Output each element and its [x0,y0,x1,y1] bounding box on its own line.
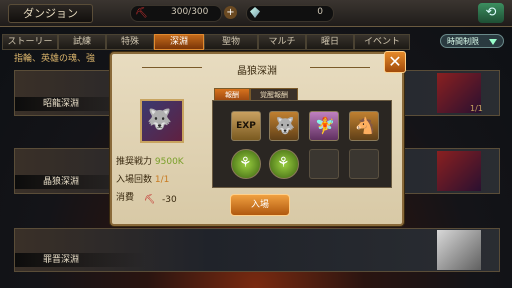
entries-value: 1/1 [154,175,170,185]
gem-value: 0 [317,7,323,17]
tab-event[interactable]: イベント [354,34,410,50]
dungeon-row[interactable]: 罪晋深淵 [14,228,500,272]
fairy-icon: 🧚 [315,116,335,135]
hint-text: 指輪、英雄の魂、強 [14,54,96,64]
cost-label: 消費 [116,193,135,203]
top-bar: ダンジョン ⛏ 300/300 + 0 ⟲ [0,0,512,27]
back-arrow-icon[interactable]: ⟲ [478,3,504,23]
gem-icon [250,7,260,18]
wolf-icon: 🐺 [147,107,172,131]
reward-slot[interactable]: ⚘ [269,149,299,179]
tab-weekday[interactable]: 曜日 [306,34,354,50]
empty-reward-slot [349,149,379,179]
exp-reward[interactable]: EXP [231,111,261,141]
page-title: ダンジョン [8,4,93,23]
time-limit-dropdown[interactable]: 時間制限 [440,34,504,48]
reward-slot[interactable]: ⚘ [231,149,261,179]
tab-story[interactable]: ストーリー [2,34,58,50]
leaf-icon: ⚘ [239,155,252,171]
row-meta: 1/1 [470,104,483,113]
entries-label: 入場回数 [116,175,153,185]
dungeon-thumbnail [437,230,481,270]
tab-multi[interactable]: マルチ [258,34,306,50]
dungeon-thumbnail [437,151,481,191]
dungeon-detail-modal: 晶狼深淵 ✕ 🐺 推奨戦力 9500K 入場回数 1/1 消費 ⛏ -30 報酬… [110,51,406,226]
power-label: 推奨戦力 [116,157,153,167]
title-divider-right [310,67,370,68]
empty-reward-slot [309,149,339,179]
chevron-down-icon [489,39,497,45]
leaf-icon: ⚘ [277,155,290,171]
reward-slot[interactable]: 🐺 [269,111,299,141]
close-button[interactable]: ✕ [384,51,406,73]
rewards-panel: EXP 🐺 🧚 🐴 ⚘ ⚘ [212,100,392,188]
time-limit-label: 時間制限 [447,37,479,46]
enter-button[interactable]: 入場 [230,194,290,216]
pickaxe-icon: ⛏ [144,195,156,205]
gem-counter: 0 [246,5,334,22]
boss-portrait: 🐺 [140,99,184,143]
power-stat: 推奨戦力 9500K [116,154,184,167]
horse-icon: 🐴 [355,116,375,135]
pickaxe-icon: ⛏ [135,8,148,19]
cost-value: -30 [162,195,177,205]
add-stamina-button[interactable]: + [224,6,237,19]
close-icon: ✕ [388,52,402,71]
tab-abyss[interactable]: 深淵 [154,34,204,50]
wolf-icon: 🐺 [275,116,295,135]
tab-relic[interactable]: 聖物 [204,34,258,50]
dungeon-row-label: 罪晋深淵 [15,253,145,267]
entries-stat: 入場回数 1/1 [116,172,169,185]
stamina-value: 300/300 [171,7,209,17]
tab-special[interactable]: 特殊 [106,34,154,50]
power-value: 9500K [154,157,184,167]
reward-slot[interactable]: 🐴 [349,111,379,141]
tab-trial[interactable]: 試練 [58,34,106,50]
modal-title: 晶狼深淵 [237,66,277,77]
reward-slot[interactable]: 🧚 [309,111,339,141]
category-tabs: ストーリー 試練 特殊 深淵 聖物 マルチ 曜日 イベント [0,34,512,50]
stamina-counter: ⛏ 300/300 [130,5,222,22]
